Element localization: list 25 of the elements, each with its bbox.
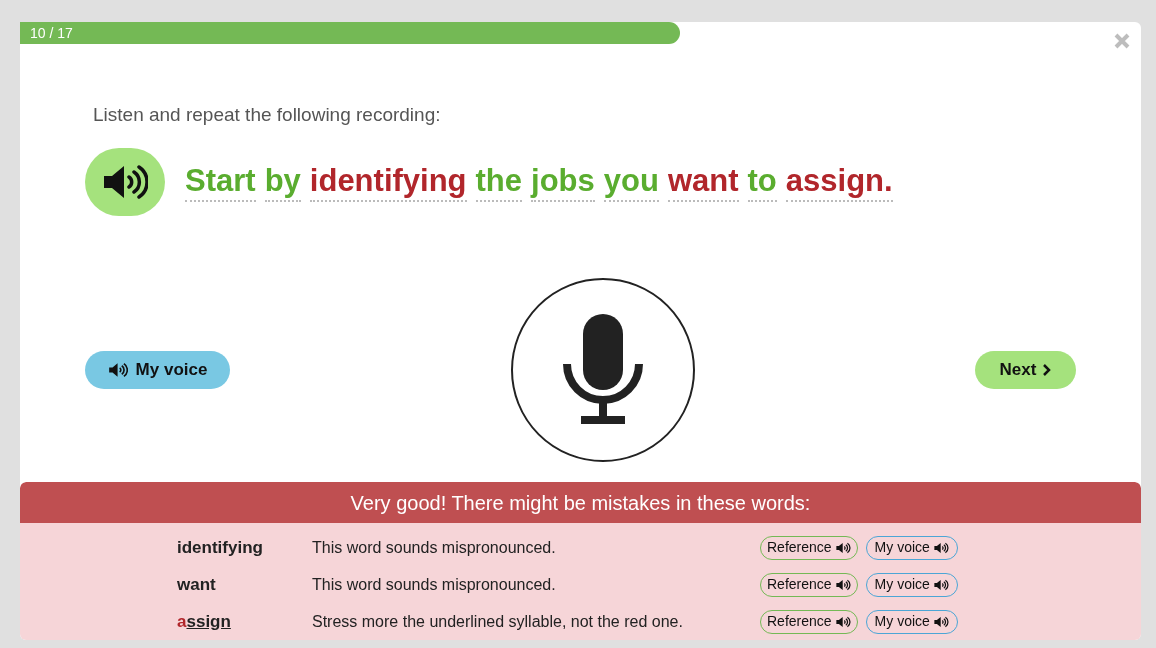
feedback-header: Very good! There might be mistakes in these words: xyxy=(20,482,1141,523)
speaker-icon xyxy=(102,163,148,201)
sentence-word[interactable]: assign. xyxy=(785,162,893,202)
speaker-icon xyxy=(834,615,851,628)
speaker-icon xyxy=(834,578,851,591)
my-voice-button[interactable]: My voice xyxy=(85,351,230,389)
speaker-icon xyxy=(932,615,949,628)
word-text: want xyxy=(177,573,217,596)
speaker-icon xyxy=(932,578,949,591)
sentence-word[interactable]: want xyxy=(667,162,739,202)
next-button[interactable]: Next xyxy=(975,351,1076,389)
word-text: assign xyxy=(177,610,232,633)
feedback-message: This word sounds mispronounced. xyxy=(312,574,557,595)
microphone-button[interactable] xyxy=(510,278,695,462)
progress-label: 10 / 17 xyxy=(30,23,73,43)
microphone-icon xyxy=(562,314,643,426)
chevron-right-icon xyxy=(1042,363,1052,377)
feedback-message: Stress more the underlined syllable, not the red one. xyxy=(312,611,684,632)
speaker-icon xyxy=(107,362,128,378)
word-text: identifying xyxy=(177,536,264,559)
speaker-icon xyxy=(834,541,851,554)
speaker-icon xyxy=(932,541,949,554)
instruction-text: Listen and repeat the following recording: xyxy=(93,105,442,124)
sentence-word[interactable]: identifying xyxy=(309,162,467,202)
feedback-message: This word sounds mispronounced. xyxy=(312,537,557,558)
